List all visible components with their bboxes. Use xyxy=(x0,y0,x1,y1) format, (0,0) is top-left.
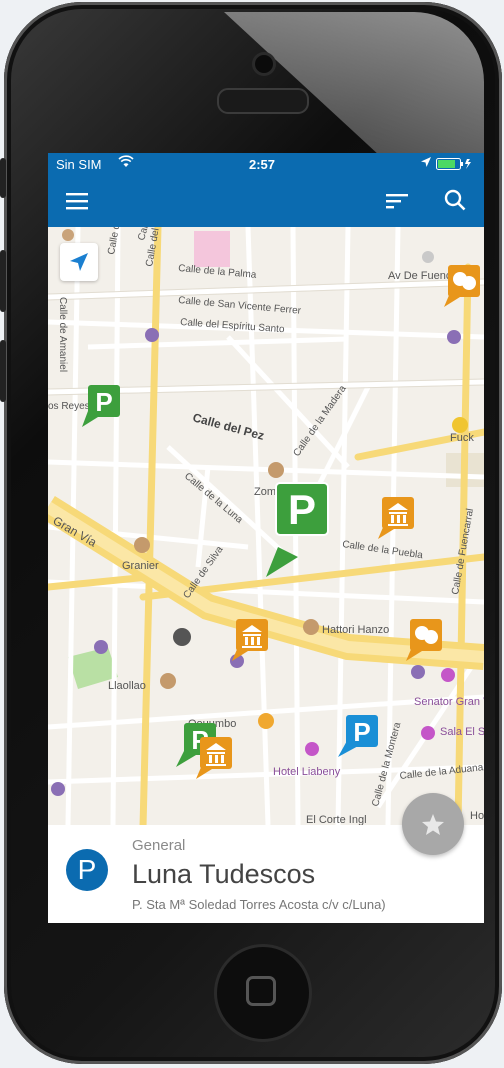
parking-icon: P xyxy=(66,849,108,891)
place-label: Llaollao xyxy=(108,680,146,692)
battery-icon xyxy=(436,158,472,173)
pink-block xyxy=(194,231,230,267)
place-title: Luna Tudescos xyxy=(132,859,316,889)
menu-icon[interactable] xyxy=(66,192,88,215)
shopping-icon xyxy=(258,713,274,729)
place-label: Ho xyxy=(470,810,484,822)
star-icon xyxy=(422,814,444,835)
poi-icon xyxy=(422,251,434,263)
icecream-icon xyxy=(160,673,176,689)
cinema-icon xyxy=(173,628,191,646)
metro-icon xyxy=(51,782,65,796)
search-icon[interactable] xyxy=(444,189,466,216)
poi-icon xyxy=(62,229,74,241)
location-services-icon xyxy=(420,156,432,171)
restaurant-icon xyxy=(303,619,319,635)
status-bar: Sin SIM 2:57 xyxy=(48,153,484,175)
svg-text:P: P xyxy=(95,387,112,417)
place-address: P. Sta Mª Soledad Torres Acosta c/v c/Lu… xyxy=(132,897,386,912)
place-label: Senator Gran Vía 21 xyxy=(414,696,484,708)
wifi-icon xyxy=(118,155,134,172)
metro-icon xyxy=(94,640,108,654)
volume-down-button xyxy=(0,340,6,402)
app-screen: Sin SIM 2:57 Calle de la Palma Calle de … xyxy=(48,153,484,923)
street-label: Calle de Amaniel xyxy=(57,297,68,372)
lock-icon xyxy=(452,417,468,433)
front-camera xyxy=(252,52,276,76)
place-label: Hotel Liabeny xyxy=(273,766,341,778)
hotel-icon xyxy=(441,668,455,682)
bar-icon xyxy=(421,726,435,740)
volume-up-button xyxy=(0,250,6,312)
place-label: El Corte Ingl xyxy=(306,814,367,825)
sort-icon[interactable] xyxy=(386,192,408,215)
place-label: Granier xyxy=(122,560,159,572)
map-view[interactable]: Calle de la Palma Calle de San Vicente F… xyxy=(48,227,484,825)
map-canvas: Calle de la Palma Calle de San Vicente F… xyxy=(48,227,484,825)
svg-text:P: P xyxy=(288,486,316,533)
place-category: General xyxy=(132,837,186,854)
place-label: Hattori Hanzo xyxy=(322,624,389,636)
clock: 2:57 xyxy=(249,157,276,172)
place-label: Sala El S xyxy=(440,726,484,738)
svg-text:P: P xyxy=(353,717,370,747)
metro-icon xyxy=(447,330,461,344)
mute-switch xyxy=(0,158,6,198)
home-button-square-icon xyxy=(246,976,276,1006)
location-arrow-icon xyxy=(70,253,88,271)
metro-icon xyxy=(411,665,425,679)
restaurant-icon xyxy=(268,462,284,478)
cafe-icon xyxy=(134,537,150,553)
carrier-label: Sin SIM xyxy=(56,157,102,172)
metro-icon xyxy=(145,328,159,342)
place-label: Fuck xyxy=(450,432,474,444)
earpiece-speaker xyxy=(217,88,309,114)
my-location-button[interactable] xyxy=(60,243,98,281)
favorite-button[interactable] xyxy=(402,793,464,855)
hotel-icon xyxy=(305,742,319,756)
top-navigation-bar xyxy=(48,175,484,227)
street-label: os Reyes xyxy=(48,401,90,412)
street-label: Av De Fuenc xyxy=(388,270,452,282)
